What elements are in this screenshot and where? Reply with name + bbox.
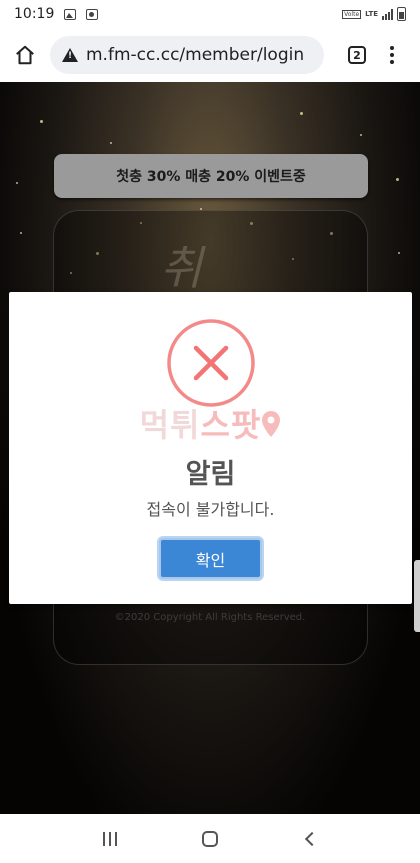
back-button[interactable]	[290, 819, 330, 859]
event-banner[interactable]: 첫충 30% 매충 20% 이벤트중	[54, 154, 368, 198]
volte-indicator: Volte	[342, 9, 362, 19]
nav-home-button[interactable]	[190, 819, 230, 859]
gallery-icon	[64, 8, 77, 20]
url-bar[interactable]: m.fm-cc.cc/member/login	[50, 36, 324, 74]
url-text: m.fm-cc.cc/member/login	[86, 45, 305, 65]
lte-indicator: LTE	[365, 9, 378, 18]
system-nav-bar	[0, 814, 420, 863]
dialog-title: 알림	[185, 459, 236, 490]
signal-icon	[382, 8, 393, 20]
home-icon	[202, 830, 218, 847]
watermark-text-a: 먹튀	[139, 406, 201, 444]
watermark: 먹튀스팟	[9, 400, 412, 446]
tab-switcher-button[interactable]: 2	[348, 46, 366, 64]
status-bar: 10:19 Volte LTE	[0, 0, 420, 28]
alert-dialog: 먹튀스팟 알림 접속이 불가합니다. 확인	[9, 292, 412, 604]
watermark-text-b: 스팟	[200, 406, 262, 444]
more-vert-icon[interactable]	[372, 28, 412, 82]
copyright-text: ©2020 Copyright All Rights Reserved.	[114, 612, 306, 623]
site-logo: 취	[160, 241, 202, 295]
screen-record-icon	[86, 8, 99, 20]
home-button[interactable]	[0, 28, 50, 82]
dialog-message: 접속이 불가합니다.	[146, 500, 275, 519]
recents-button[interactable]	[90, 819, 130, 859]
confirm-button[interactable]: 확인	[159, 538, 262, 579]
home-icon	[16, 45, 34, 65]
location-pin-icon	[262, 411, 281, 437]
status-indicators: Volte LTE	[342, 7, 406, 21]
browser-toolbar: m.fm-cc.cc/member/login 2	[0, 28, 420, 82]
error-x-icon	[167, 319, 255, 407]
warning-icon[interactable]	[62, 48, 78, 62]
scrollbar[interactable]	[414, 560, 420, 632]
recents-icon	[103, 831, 117, 846]
back-icon	[304, 831, 320, 846]
status-time: 10:19	[14, 6, 55, 22]
battery-icon	[397, 7, 406, 21]
